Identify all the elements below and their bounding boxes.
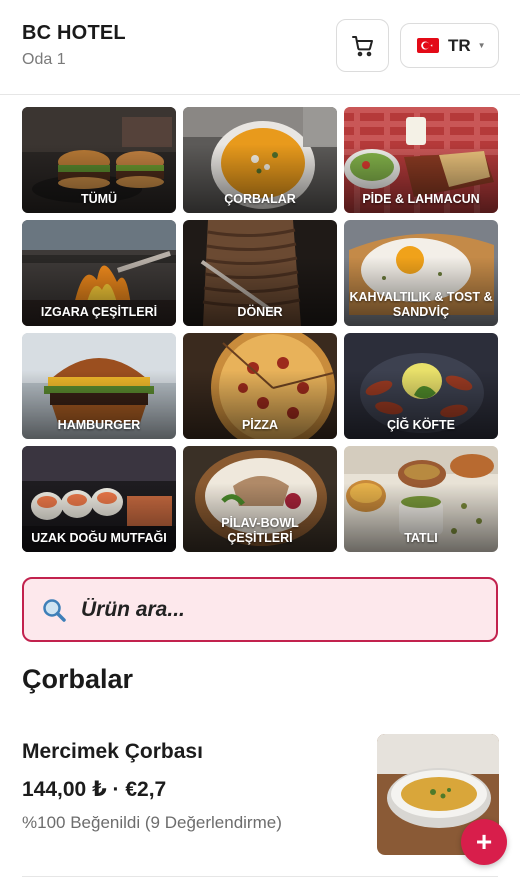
category-tile-kahvaltilik[interactable]: KAHVALTILIK & TOST & SANDVİÇ <box>344 220 498 326</box>
category-tile-izgara[interactable]: IZGARA ÇEŞİTLERİ <box>22 220 176 326</box>
category-tile-hamburger[interactable]: HAMBURGER <box>22 333 176 439</box>
add-to-cart-button[interactable]: + <box>461 819 507 865</box>
search-input[interactable] <box>81 597 461 622</box>
category-tile-doner[interactable]: DÖNER <box>183 220 337 326</box>
category-tile-pilav-bowl[interactable]: PİLAV-BOWL ÇEŞİTLERİ <box>183 446 337 552</box>
section-title: Çorbalar <box>22 664 134 694</box>
cart-icon <box>351 35 373 56</box>
turkey-flag-icon <box>417 38 439 53</box>
category-label: TATLI <box>404 531 438 545</box>
cart-button[interactable] <box>336 19 389 72</box>
category-label: KAHVALTILIK & TOST & SANDVİÇ <box>349 290 493 319</box>
category-label: PİZZA <box>241 418 279 432</box>
category-label: DÖNER <box>237 305 283 319</box>
category-tile-tatli[interactable]: TATLI <box>344 446 498 552</box>
category-tile-cig-kofte[interactable]: ÇİĞ KÖFTE <box>344 333 498 439</box>
category-label: TÜMÜ <box>80 192 118 206</box>
language-code: TR <box>448 35 471 55</box>
search-bar[interactable] <box>22 577 498 642</box>
header: BC HOTEL Oda 1 TR ▼ <box>0 0 520 95</box>
search-icon <box>43 598 66 622</box>
category-tile-corbalar[interactable]: ÇORBALAR <box>183 107 337 213</box>
divider <box>22 876 498 877</box>
category-label: PİLAV-BOWL ÇEŞİTLERİ <box>221 516 299 545</box>
product-rating: %100 Beğenildi (9 Değerlendirme) <box>22 813 282 832</box>
room-label: Oda 1 <box>22 51 66 68</box>
category-tile-pide-lahmacun[interactable]: PİDE & LAHMACUN <box>344 107 498 213</box>
hotel-name: BC HOTEL <box>22 22 126 44</box>
category-tile-tumu[interactable]: TÜMÜ <box>22 107 176 213</box>
category-label: ÇİĞ KÖFTE <box>386 418 456 432</box>
product-item[interactable]: Mercimek Çorbası 144,00 ₺ · €2,7 %100 Be… <box>0 712 520 878</box>
category-label: ÇORBALAR <box>224 192 296 206</box>
category-label: IZGARA ÇEŞİTLERİ <box>40 305 158 319</box>
category-label: UZAK DOĞU MUTFAĞI <box>31 531 167 545</box>
product-price: 144,00 ₺ · €2,7 <box>22 778 167 801</box>
product-name: Mercimek Çorbası <box>22 740 203 763</box>
chevron-down-icon: ▼ <box>477 41 486 50</box>
category-tile-pizza[interactable]: PİZZA <box>183 333 337 439</box>
category-label: HAMBURGER <box>57 418 141 432</box>
category-tile-uzak-dogu[interactable]: UZAK DOĞU MUTFAĞI <box>22 446 176 552</box>
category-label: PİDE & LAHMACUN <box>362 192 480 206</box>
language-selector[interactable]: TR ▼ <box>400 23 499 68</box>
